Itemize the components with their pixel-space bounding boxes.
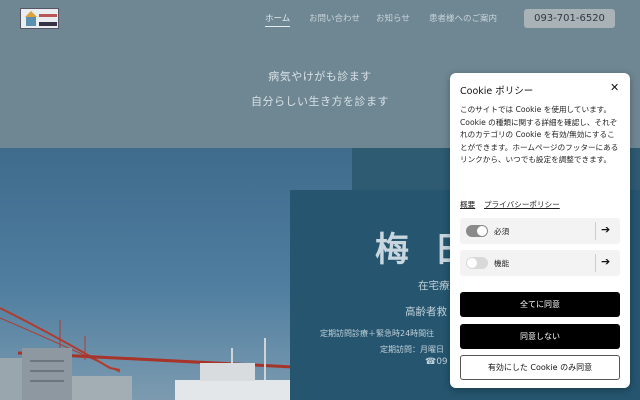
- service-line-2: 高齢者救: [405, 306, 447, 318]
- category-label: 必須: [494, 227, 510, 236]
- toggle-knob: [467, 258, 477, 268]
- divider: [595, 222, 596, 240]
- nav-patient-info[interactable]: 患者様へのご案内: [429, 12, 497, 24]
- category-label: 機能: [494, 259, 510, 268]
- cookie-title: Cookie ポリシー: [460, 86, 534, 97]
- privacy-policy-link[interactable]: プライバシーポリシー: [484, 199, 560, 210]
- service-line-3: 定期訪問診療＋緊急時24時間往: [320, 329, 435, 338]
- cookie-category-functional[interactable]: 機能 ➔: [460, 250, 620, 276]
- arrow-right-icon[interactable]: ➔: [601, 223, 610, 236]
- close-icon[interactable]: ✕: [610, 81, 619, 94]
- service-line-4: 定期訪問：月曜日: [380, 345, 444, 354]
- arrow-right-icon[interactable]: ➔: [601, 255, 610, 268]
- decline-button[interactable]: 同意しない: [460, 324, 620, 349]
- required-toggle[interactable]: [466, 225, 488, 237]
- accept-all-button[interactable]: 全てに同意: [460, 292, 620, 317]
- summary-link[interactable]: 概要: [460, 199, 475, 210]
- toggle-knob: [477, 226, 487, 236]
- phone-button[interactable]: 093-701-6520: [524, 9, 615, 28]
- cookie-dialog: Cookie ポリシー ✕ このサイトでは Cookie を使用しています。Co…: [450, 73, 630, 388]
- functional-toggle[interactable]: [466, 257, 488, 269]
- cookie-description: このサイトでは Cookie を使用しています。Cookie の種類に関する詳細…: [460, 105, 619, 164]
- accept-selected-button[interactable]: 有効にした Cookie のみ同意: [460, 355, 620, 380]
- service-line-1: 在宅療: [418, 280, 450, 292]
- nav-contact[interactable]: お問い合わせ: [309, 12, 360, 24]
- service-phone[interactable]: ☎09: [425, 357, 448, 367]
- nav-news[interactable]: お知らせ: [376, 12, 410, 24]
- nav-home[interactable]: ホーム: [265, 12, 291, 27]
- cookie-category-required[interactable]: 必須 ➔: [460, 218, 620, 244]
- divider: [595, 254, 596, 272]
